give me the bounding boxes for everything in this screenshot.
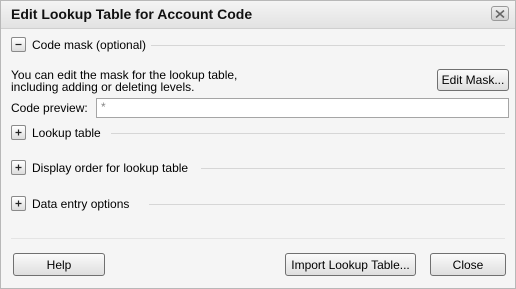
section-divider	[149, 204, 505, 205]
data-entry-label: Data entry options	[32, 197, 130, 211]
display-order-toggle[interactable]	[11, 160, 26, 175]
edit-mask-button[interactable]: Edit Mask...	[437, 69, 509, 91]
lookup-table-label: Lookup table	[32, 126, 101, 140]
code-preview-field[interactable]: *	[96, 98, 509, 118]
import-lookup-table-button[interactable]: Import Lookup Table...	[285, 253, 416, 276]
plus-icon	[15, 129, 22, 136]
dialog-title: Edit Lookup Table for Account Code	[11, 6, 253, 22]
data-entry-toggle[interactable]	[11, 196, 26, 211]
section-divider	[151, 45, 505, 46]
close-button[interactable]: Close	[430, 253, 506, 276]
close-icon	[495, 9, 505, 18]
section-code-mask: Code mask (optional)	[11, 35, 505, 53]
title-bar: Edit Lookup Table for Account Code	[1, 1, 515, 29]
mask-description-line2: including adding or deleting levels.	[11, 80, 195, 94]
plus-icon	[15, 164, 22, 171]
display-order-label: Display order for lookup table	[32, 161, 189, 175]
lookup-table-toggle[interactable]	[11, 125, 26, 140]
section-divider	[111, 133, 505, 134]
section-data-entry: Data entry options	[11, 194, 505, 212]
code-mask-label: Code mask (optional)	[32, 38, 147, 52]
code-preview-label: Code preview:	[11, 101, 88, 115]
edit-lookup-table-dialog: Edit Lookup Table for Account Code Code …	[0, 0, 516, 289]
section-divider	[201, 168, 505, 169]
section-lookup-table: Lookup table	[11, 123, 505, 141]
code-mask-toggle[interactable]	[11, 37, 26, 52]
plus-icon	[15, 200, 22, 207]
footer-divider	[11, 238, 505, 239]
close-window-button[interactable]	[491, 6, 509, 21]
mask-description: You can edit the mask for the lookup tab…	[11, 69, 311, 93]
minus-icon	[15, 43, 22, 46]
section-display-order: Display order for lookup table	[11, 158, 505, 176]
help-button[interactable]: Help	[13, 253, 105, 276]
